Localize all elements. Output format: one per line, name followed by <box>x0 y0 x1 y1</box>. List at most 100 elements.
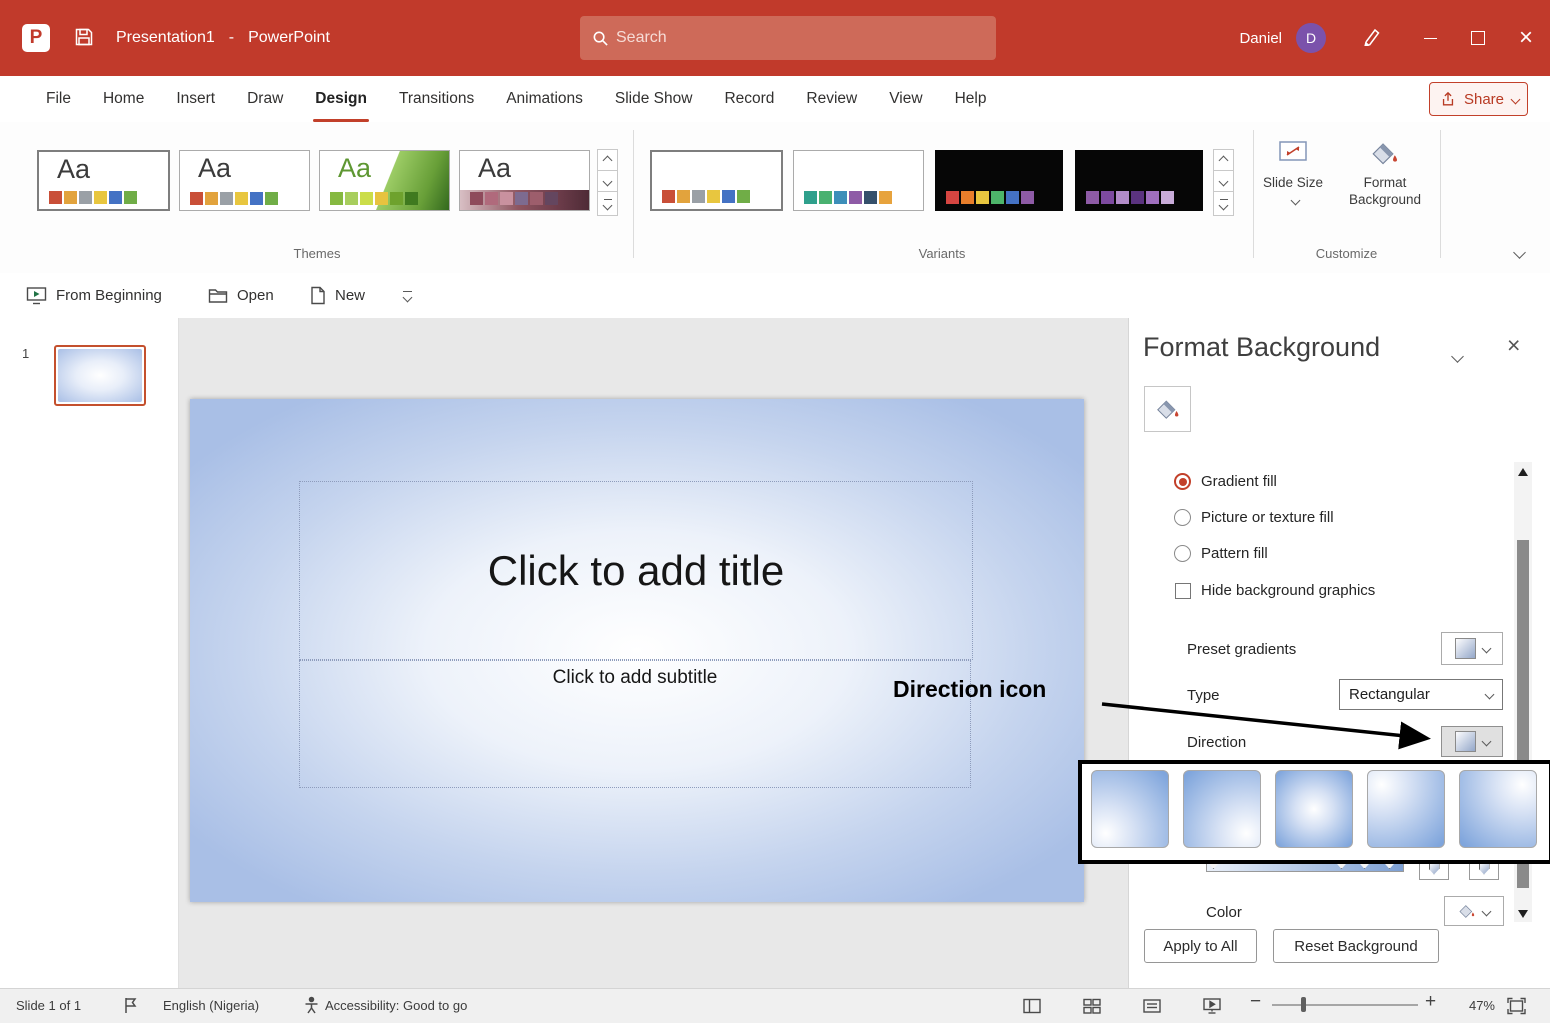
gradient-from-bottom-right-icon[interactable] <box>1183 770 1261 848</box>
variants-scroll-up-button[interactable] <box>1213 149 1234 171</box>
from-beginning-button[interactable]: From Beginning <box>26 273 162 318</box>
normal-view-button[interactable] <box>1022 996 1042 1019</box>
subtitle-placeholder[interactable]: Click to add subtitle <box>299 660 971 788</box>
zoom-out-button[interactable]: − <box>1250 991 1261 1013</box>
pattern-fill-option[interactable]: Pattern fill <box>1174 545 1268 562</box>
scroll-down-icon[interactable] <box>1518 910 1528 918</box>
fit-slide-to-window-button[interactable] <box>1506 996 1527 1019</box>
share-button[interactable]: Share <box>1429 82 1528 116</box>
slide-show-view-button[interactable] <box>1202 996 1222 1019</box>
annotation-direction-icon-label: Direction icon <box>893 676 1046 703</box>
theme-item-2[interactable]: Aa <box>179 150 310 211</box>
avatar[interactable]: D <box>1296 23 1326 53</box>
user-name[interactable]: Daniel <box>1239 30 1282 47</box>
themes-scroll-up-button[interactable] <box>597 149 618 171</box>
scroll-up-icon[interactable] <box>1518 468 1528 476</box>
ribbon-tab-review[interactable]: Review <box>790 76 873 122</box>
quickbar-overflow-icon[interactable] <box>403 273 412 318</box>
picture-texture-fill-option[interactable]: Picture or texture fill <box>1174 509 1334 526</box>
powerpoint-logo-icon[interactable]: P <box>22 24 50 52</box>
slide-thumbnail-1[interactable] <box>54 345 146 406</box>
preset-gradients-dropdown[interactable] <box>1441 632 1503 665</box>
hide-background-graphics-option[interactable]: Hide background graphics <box>1175 582 1375 599</box>
open-button[interactable]: Open <box>208 273 274 318</box>
reading-view-button[interactable] <box>1142 996 1162 1019</box>
variant-item-4[interactable] <box>1075 150 1203 211</box>
pane-close-icon[interactable]: × <box>1507 332 1520 359</box>
theme-color-swatch <box>1161 191 1174 204</box>
theme-color-swatch <box>1021 191 1034 204</box>
theme-color-swatch <box>1146 191 1159 204</box>
accessibility-icon[interactable] <box>303 996 320 1018</box>
title-placeholder[interactable]: Click to add title <box>299 481 973 660</box>
variants-more-button[interactable] <box>1213 191 1234 216</box>
apply-to-all-button[interactable]: Apply to All <box>1144 929 1257 963</box>
zoom-in-button[interactable]: + <box>1425 991 1436 1013</box>
reset-background-button[interactable]: Reset Background <box>1273 929 1439 963</box>
minimize-button[interactable] <box>1406 0 1454 76</box>
zoom-level[interactable]: 47% <box>1455 998 1495 1013</box>
ribbon-group-divider <box>633 130 634 258</box>
ribbon-tab-home[interactable]: Home <box>87 76 160 122</box>
save-icon[interactable] <box>74 27 94 52</box>
theme-color-swatch <box>345 192 358 205</box>
gradient-fill-label: Gradient fill <box>1201 473 1277 490</box>
format-background-button[interactable]: Format Background <box>1344 138 1426 209</box>
ribbon-tab-view[interactable]: View <box>873 76 938 122</box>
gradient-preview-icon <box>1455 731 1476 752</box>
pen-icon[interactable] <box>1362 26 1382 51</box>
themes-more-button[interactable] <box>597 191 618 216</box>
maximize-button[interactable] <box>1454 0 1502 76</box>
variants-scroll-down-button[interactable] <box>1213 170 1234 192</box>
variant-item-2[interactable] <box>793 150 924 211</box>
checkbox-icon[interactable] <box>1175 583 1191 599</box>
pane-options-chevron-icon[interactable] <box>1449 344 1466 370</box>
fill-tab-button[interactable] <box>1144 386 1191 432</box>
gradient-from-center-icon[interactable] <box>1275 770 1353 848</box>
slide-info[interactable]: Slide 1 of 1 <box>16 998 81 1013</box>
zoom-slider[interactable] <box>1272 1004 1418 1006</box>
theme-item-4[interactable]: Aa <box>459 150 590 211</box>
ribbon-tab-design[interactable]: Design <box>299 76 383 122</box>
gradient-from-top-left-icon[interactable] <box>1367 770 1445 848</box>
theme-color-swatch <box>1116 191 1129 204</box>
slide-sorter-view-button[interactable] <box>1082 996 1102 1019</box>
type-dropdown[interactable]: Rectangular <box>1339 679 1503 710</box>
radio-icon[interactable] <box>1174 545 1191 562</box>
ribbon-tab-animations[interactable]: Animations <box>490 76 599 122</box>
close-button[interactable]: × <box>1502 0 1550 76</box>
gradient-from-top-right-icon[interactable] <box>1459 770 1537 848</box>
radio-selected-icon[interactable] <box>1174 473 1191 490</box>
theme-item-1[interactable]: Aa <box>37 150 170 211</box>
slide-canvas[interactable]: Click to add title Click to add subtitle <box>190 399 1084 902</box>
gradient-fill-option[interactable]: Gradient fill <box>1174 473 1277 490</box>
search-box[interactable]: Search <box>580 16 996 60</box>
theme-color-swatch <box>834 191 847 204</box>
language-indicator[interactable]: English (Nigeria) <box>163 998 259 1013</box>
theme-color-swatch <box>864 191 877 204</box>
variant-item-1[interactable] <box>650 150 783 211</box>
ribbon-tab-transitions[interactable]: Transitions <box>383 76 490 122</box>
gradient-from-bottom-left-icon[interactable] <box>1091 770 1169 848</box>
accessibility-status[interactable]: Accessibility: Good to go <box>325 998 467 1013</box>
ribbon-tab-insert[interactable]: Insert <box>160 76 231 122</box>
themes-scroll-down-button[interactable] <box>597 170 618 192</box>
theme-color-swatch <box>1086 191 1099 204</box>
direction-dropdown[interactable] <box>1441 726 1503 757</box>
ribbon-tab-file[interactable]: File <box>30 76 87 122</box>
ribbon-tab-help[interactable]: Help <box>939 76 1003 122</box>
zoom-slider-thumb[interactable] <box>1301 997 1306 1012</box>
collapse-ribbon-icon[interactable] <box>1511 240 1528 266</box>
theme-color-swatch <box>707 190 720 203</box>
radio-icon[interactable] <box>1174 509 1191 526</box>
new-button[interactable]: New <box>310 273 365 318</box>
spell-check-flag-icon[interactable] <box>122 996 139 1018</box>
powerpoint-window: P Presentation1 - PowerPoint Search Dani… <box>0 0 1550 1023</box>
slide-size-button[interactable]: Slide Size <box>1262 138 1324 209</box>
ribbon-tab-slide-show[interactable]: Slide Show <box>599 76 709 122</box>
variant-item-3[interactable] <box>935 150 1063 211</box>
ribbon-tab-draw[interactable]: Draw <box>231 76 299 122</box>
color-dropdown[interactable] <box>1444 896 1504 926</box>
ribbon-tab-record[interactable]: Record <box>708 76 790 122</box>
theme-item-3[interactable]: Aa <box>319 150 450 211</box>
